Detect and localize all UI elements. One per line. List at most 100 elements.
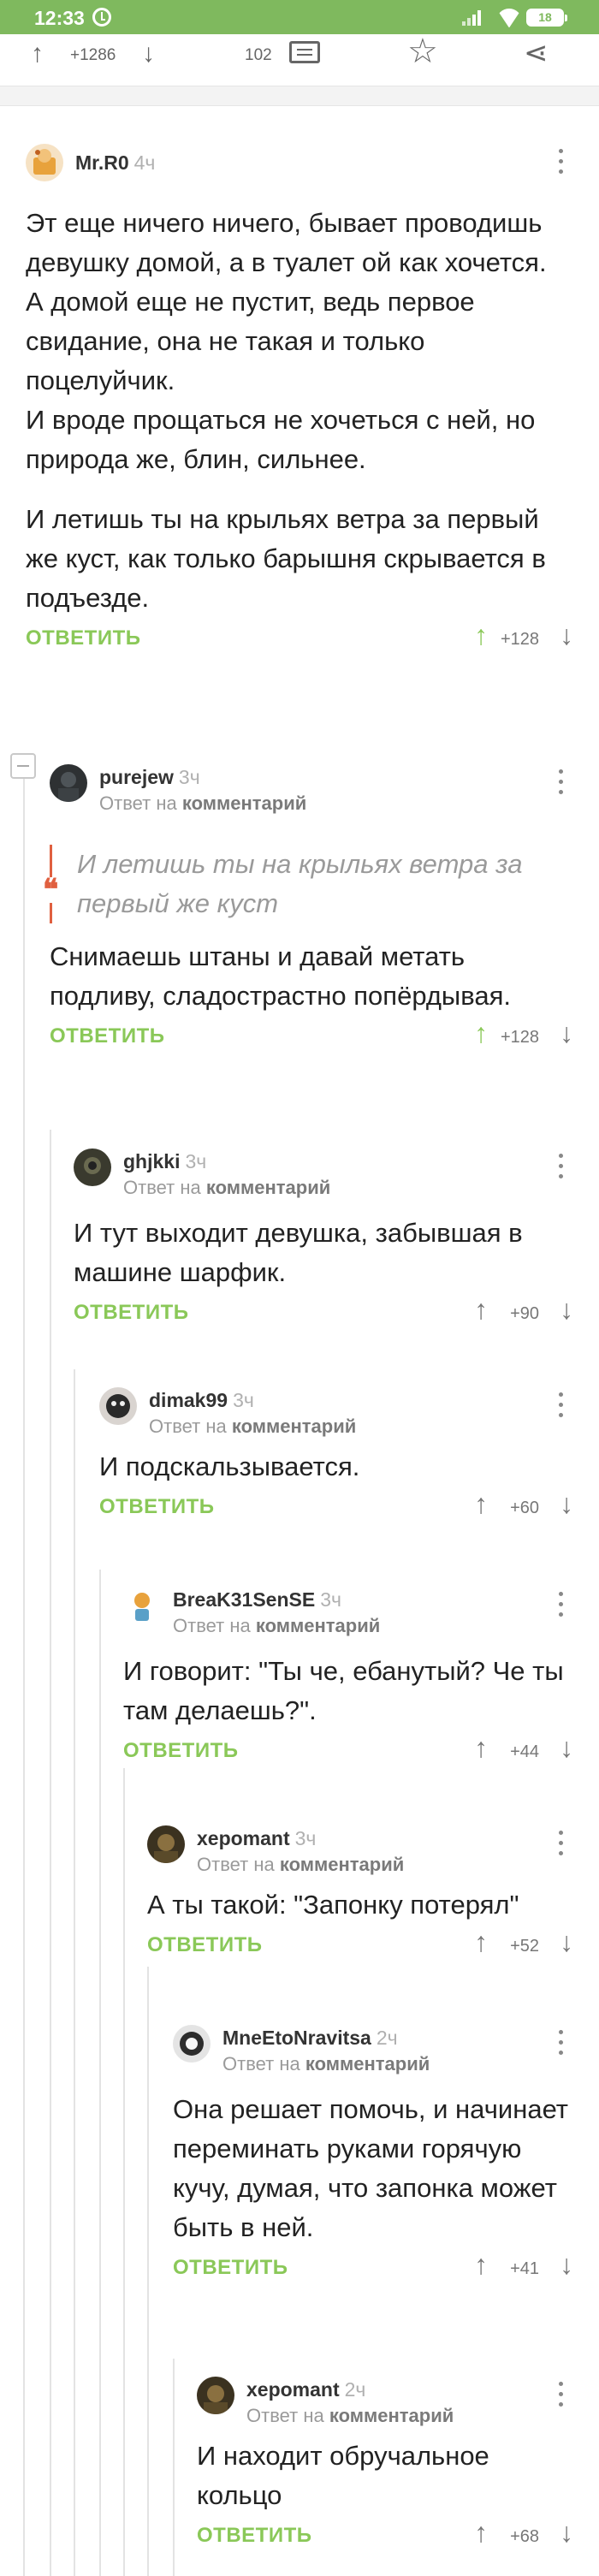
downvote-icon[interactable]: ↓ [142,39,155,68]
battery-icon: 18 [526,9,567,27]
avatar[interactable] [26,144,63,181]
reply-button[interactable]: ОТВЕТИТЬ [147,1933,263,1957]
avatar[interactable] [74,1149,111,1186]
comment: xepomant 3ч Ответ на комментарий А ты так… [147,1825,573,1968]
upvote-icon[interactable]: ↑ [474,1018,488,1049]
comment-paragraph: И летишь ты на крыльях ветра за первый ж… [26,504,546,613]
vote-count: +128 [500,630,539,649]
more-icon[interactable] [548,1152,573,1181]
reply-button[interactable]: ОТВЕТИТЬ [99,1495,215,1519]
more-icon[interactable] [548,1391,573,1420]
more-icon[interactable] [548,2380,573,2409]
downvote-icon[interactable]: ↓ [560,1732,573,1764]
avatar[interactable] [99,1387,137,1425]
reply-to: Ответ на комментарий [246,2405,454,2426]
comment: xepomant 2ч Ответ на комментарий И находи… [197,2377,573,2558]
upvote-icon[interactable]: ↑ [474,2249,488,2281]
thread-line [99,1570,101,2576]
downvote-icon[interactable]: ↓ [560,2249,573,2281]
comment-body: И находит обручальное кольцо [197,2441,489,2510]
more-icon[interactable] [548,2028,573,2057]
comment-paragraph: А домой еще не пустит, ведь первое свида… [26,287,475,395]
quote-text: И летишь ты на крыльях ветра за первый ж… [77,849,523,918]
reply-to: Ответ на комментарий [173,1615,381,1636]
downvote-icon[interactable]: ↓ [560,1294,573,1326]
comment-body: И подскальзывается. [99,1451,360,1481]
comment-icon[interactable] [289,41,320,63]
comment: purejew 3ч Ответ на комментарий ❝ И летиш… [43,764,573,1059]
downvote-icon[interactable]: ↓ [560,620,573,651]
author-name[interactable]: dimak99 [149,1389,228,1411]
quote-icon: ❝ [43,874,59,906]
thread-line [23,779,25,2576]
more-icon[interactable] [548,147,573,176]
upvote-icon[interactable]: ↑ [474,1488,488,1520]
post-action-bar: ↑ +1286 ↓ 102 ☆ ⋖ [0,34,599,77]
vote-count: +60 [510,1499,539,1517]
avatar[interactable] [197,2377,234,2414]
comments-count: 102 [245,46,272,64]
reply-target-link[interactable]: комментарий [206,1177,330,1198]
reply-button[interactable]: ОТВЕТИТЬ [74,1301,189,1325]
avatar[interactable] [123,1587,161,1624]
reply-to: Ответ на комментарий [149,1416,357,1437]
reply-to: Ответ на комментарий [197,1854,405,1875]
upvote-icon[interactable]: ↑ [474,2517,488,2549]
share-icon[interactable]: ⋖ [524,36,549,70]
more-icon[interactable] [548,768,573,797]
avatar[interactable] [147,1825,185,1863]
comment: BreaK31SenSE 3ч Ответ на комментарий И го… [123,1587,573,1773]
author-name[interactable]: purejew [99,766,174,788]
vote-count: +90 [510,1304,539,1323]
author-name[interactable]: MneEtoNravitsa [222,2027,371,2049]
avatar[interactable] [173,2025,211,2063]
vote-count: +41 [510,2259,539,2278]
reply-target-link[interactable]: комментарий [232,1416,356,1437]
comment-time: 3ч [233,1389,254,1411]
comment-body: И говорит: "Ты че, ебанутый? Че ты там д… [123,1656,564,1725]
post-rating: +1286 [70,46,116,64]
comment-time: 3ч [185,1150,207,1172]
downvote-icon[interactable]: ↓ [560,1488,573,1520]
reply-to: Ответ на комментарий [222,2053,430,2074]
author-name[interactable]: ghjkki [123,1150,180,1172]
downvote-icon[interactable]: ↓ [560,1926,573,1958]
thread-line [50,1130,51,2576]
reply-target-link[interactable]: комментарий [256,1615,380,1636]
section-divider [0,86,599,106]
reply-button[interactable]: ОТВЕТИТЬ [123,1739,239,1763]
reply-button[interactable]: ОТВЕТИТЬ [173,2256,288,2280]
upvote-icon[interactable]: ↑ [474,1294,488,1326]
author-name[interactable]: Mr.R0 [75,151,129,174]
reply-target-link[interactable]: комментарий [280,1854,404,1875]
collapse-icon[interactable] [10,753,36,779]
star-icon[interactable]: ☆ [407,34,438,68]
upvote-icon[interactable]: ↑ [474,620,488,651]
comment: MneEtoNravitsa 2ч Ответ на комментарий Он… [173,2025,573,2290]
downvote-icon[interactable]: ↓ [560,2517,573,2549]
comment-time: 3ч [320,1588,341,1611]
comment-paragraph: И вроде прощаться не хочеться с ней, но … [26,405,536,474]
comment-time: 2ч [344,2378,366,2401]
comment-body: И тут выходит девушка, забывшая в машине… [74,1218,523,1287]
reply-button[interactable]: ОТВЕТИТЬ [50,1024,165,1048]
reply-target-link[interactable]: комментарий [182,792,306,814]
upvote-icon[interactable]: ↑ [31,39,44,68]
thread-line [74,1369,75,2576]
upvote-icon[interactable]: ↑ [474,1732,488,1764]
reply-to: Ответ на комментарий [99,792,307,814]
comment-time: 4ч [133,151,156,174]
more-icon[interactable] [548,1590,573,1619]
reply-target-link[interactable]: комментарий [305,2053,430,2074]
more-icon[interactable] [548,1829,573,1858]
author-name[interactable]: xepomant [197,1827,290,1849]
downvote-icon[interactable]: ↓ [560,1018,573,1049]
comment-body: А ты такой: "Запонку потерял" [147,1890,519,1920]
avatar[interactable] [50,764,87,802]
author-name[interactable]: xepomant [246,2378,340,2401]
reply-button[interactable]: ОТВЕТИТЬ [197,2524,312,2548]
upvote-icon[interactable]: ↑ [474,1926,488,1958]
reply-button[interactable]: ОТВЕТИТЬ [26,626,141,650]
reply-target-link[interactable]: комментарий [329,2405,454,2426]
author-name[interactable]: BreaK31SenSE [173,1588,315,1611]
